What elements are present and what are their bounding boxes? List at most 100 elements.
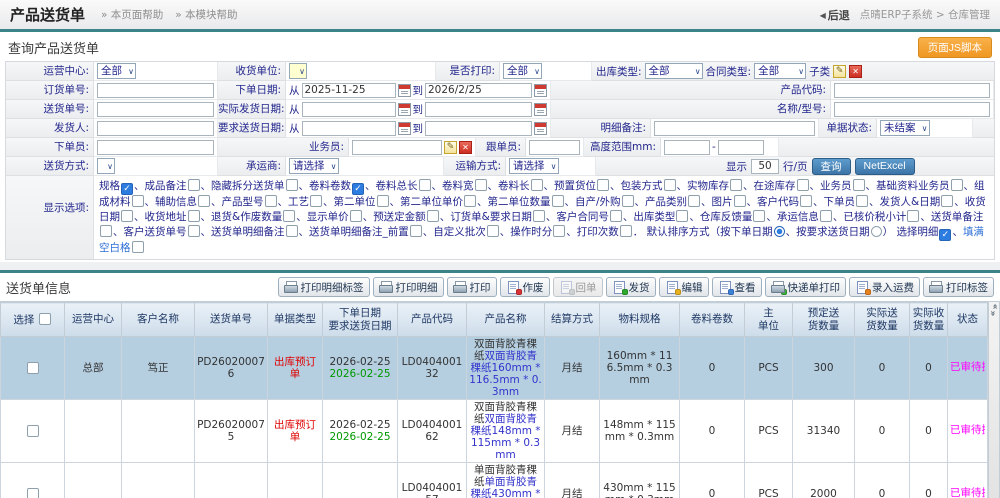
search-button[interactable]: 查询	[812, 158, 851, 175]
clear-icon[interactable]: ✕	[459, 141, 472, 154]
display-option-checkbox[interactable]	[907, 210, 919, 222]
display-option-checkbox[interactable]	[198, 195, 210, 207]
display-option-checkbox[interactable]	[283, 210, 295, 222]
express-print-button[interactable]: 快递单打印	[765, 277, 847, 297]
calendar-icon[interactable]	[534, 122, 547, 135]
select-detail-checkbox[interactable]	[939, 229, 951, 241]
page-js-script-button[interactable]: 页面JS脚本	[918, 37, 992, 58]
display-option-checkbox[interactable]	[597, 179, 609, 191]
display-option-checkbox[interactable]	[487, 225, 499, 237]
edit-button[interactable]: 编辑	[659, 277, 709, 297]
display-option-checkbox[interactable]	[265, 195, 277, 207]
display-option-checkbox[interactable]	[531, 179, 543, 191]
order-no-input[interactable]	[97, 83, 214, 98]
display-option-checkbox[interactable]	[664, 179, 676, 191]
edit-icon[interactable]: ✎	[444, 141, 457, 154]
order-date-from-input[interactable]	[302, 83, 396, 98]
contract-type-select[interactable]: 全部∨	[754, 63, 806, 79]
display-option-checkbox[interactable]	[533, 210, 545, 222]
rows-per-page-input[interactable]	[751, 159, 779, 174]
required-date-from-input[interactable]	[302, 121, 396, 136]
product-code-input[interactable]	[834, 83, 990, 98]
calendar-icon[interactable]	[398, 122, 411, 135]
actual-ship-date-from-input[interactable]	[302, 102, 396, 117]
page-help-link[interactable]: » 本页面帮助	[101, 7, 163, 22]
doc-status-select[interactable]: 未结案∨	[880, 120, 930, 136]
display-option-checkbox[interactable]	[553, 225, 565, 237]
display-option-checkbox[interactable]	[730, 179, 742, 191]
view-button[interactable]: 查看	[712, 277, 762, 297]
display-option-checkbox[interactable]	[676, 210, 688, 222]
display-option-checkbox[interactable]	[853, 179, 865, 191]
outbound-type-select[interactable]: 全部∨	[645, 63, 703, 79]
salesman-input[interactable]	[352, 140, 442, 155]
print-label-button[interactable]: 打印标签	[923, 277, 994, 297]
print-button[interactable]: 打印	[447, 277, 497, 297]
ship-button[interactable]: 发货	[606, 277, 656, 297]
name-model-input[interactable]	[834, 102, 990, 117]
display-option-checkbox[interactable]	[464, 195, 476, 207]
display-option-checkbox[interactable]	[941, 195, 953, 207]
fill-blank-checkbox[interactable]	[132, 241, 144, 253]
display-option-checkbox[interactable]	[800, 195, 812, 207]
display-option-checkbox[interactable]	[552, 195, 564, 207]
delivery-method-select[interactable]: ∨	[97, 158, 115, 174]
freight-entry-button[interactable]: 录入运费	[849, 277, 920, 297]
display-option-checkbox[interactable]	[100, 225, 112, 237]
display-option-checkbox[interactable]	[188, 225, 200, 237]
display-option-checkbox[interactable]	[427, 210, 439, 222]
actual-ship-date-to-input[interactable]	[425, 102, 532, 117]
display-option-checkbox[interactable]	[310, 195, 322, 207]
row-checkbox[interactable]	[27, 488, 39, 498]
merchandiser-input[interactable]	[529, 140, 580, 155]
display-option-checkbox[interactable]	[688, 195, 700, 207]
display-option-checkbox[interactable]	[475, 179, 487, 191]
netexcel-button[interactable]: NetExcel	[855, 158, 915, 175]
print-detail-button[interactable]: 打印明细	[373, 277, 444, 297]
calendar-icon[interactable]	[534, 103, 547, 116]
collapse-columns-strip[interactable]: « «	[988, 302, 1000, 498]
select-all-checkbox[interactable]	[39, 313, 51, 325]
height-max-input[interactable]	[718, 140, 764, 155]
display-option-checkbox[interactable]	[753, 210, 765, 222]
display-option-checkbox[interactable]	[820, 210, 832, 222]
display-option-checkbox[interactable]	[188, 179, 200, 191]
back-button[interactable]: ◀后退	[820, 7, 850, 23]
sort-by-order-date-radio[interactable]	[774, 226, 785, 237]
void-button[interactable]: 作废	[500, 277, 550, 297]
calendar-icon[interactable]	[534, 84, 547, 97]
receiver-select[interactable]: ∨	[289, 63, 307, 79]
calendar-icon[interactable]	[398, 84, 411, 97]
display-option-checkbox[interactable]	[350, 210, 362, 222]
carrier-select[interactable]: 请选择∨	[289, 158, 339, 174]
display-option-checkbox[interactable]	[419, 179, 431, 191]
display-option-checkbox[interactable]	[734, 195, 746, 207]
edit-icon[interactable]: ✎	[833, 65, 846, 78]
display-option-checkbox[interactable]	[188, 210, 200, 222]
display-option-checkbox[interactable]	[951, 179, 963, 191]
required-date-to-input[interactable]	[425, 121, 532, 136]
display-option-checkbox[interactable]	[856, 195, 868, 207]
display-option-checkbox[interactable]	[121, 183, 133, 195]
display-option-checkbox[interactable]	[797, 179, 809, 191]
display-option-checkbox[interactable]	[620, 225, 632, 237]
sort-by-required-date-radio[interactable]	[871, 226, 882, 237]
display-option-checkbox[interactable]	[377, 195, 389, 207]
display-option-checkbox[interactable]	[622, 195, 634, 207]
height-min-input[interactable]	[664, 140, 710, 155]
calendar-icon[interactable]	[398, 103, 411, 116]
transport-method-select[interactable]: 请选择∨	[509, 158, 559, 174]
delivery-no-input[interactable]	[97, 102, 214, 117]
display-option-checkbox[interactable]	[410, 225, 422, 237]
display-option-checkbox[interactable]	[121, 210, 133, 222]
shipper-input[interactable]	[97, 121, 214, 136]
display-option-checkbox[interactable]	[132, 195, 144, 207]
operation-center-select[interactable]: 全部∨	[97, 63, 136, 79]
display-option-checkbox[interactable]	[352, 183, 364, 195]
order-date-to-input[interactable]	[425, 83, 532, 98]
display-option-checkbox[interactable]	[286, 179, 298, 191]
display-option-checkbox[interactable]	[286, 225, 298, 237]
detail-remark-input[interactable]	[654, 121, 815, 136]
row-checkbox[interactable]	[27, 362, 39, 374]
module-help-link[interactable]: » 本模块帮助	[175, 7, 237, 22]
